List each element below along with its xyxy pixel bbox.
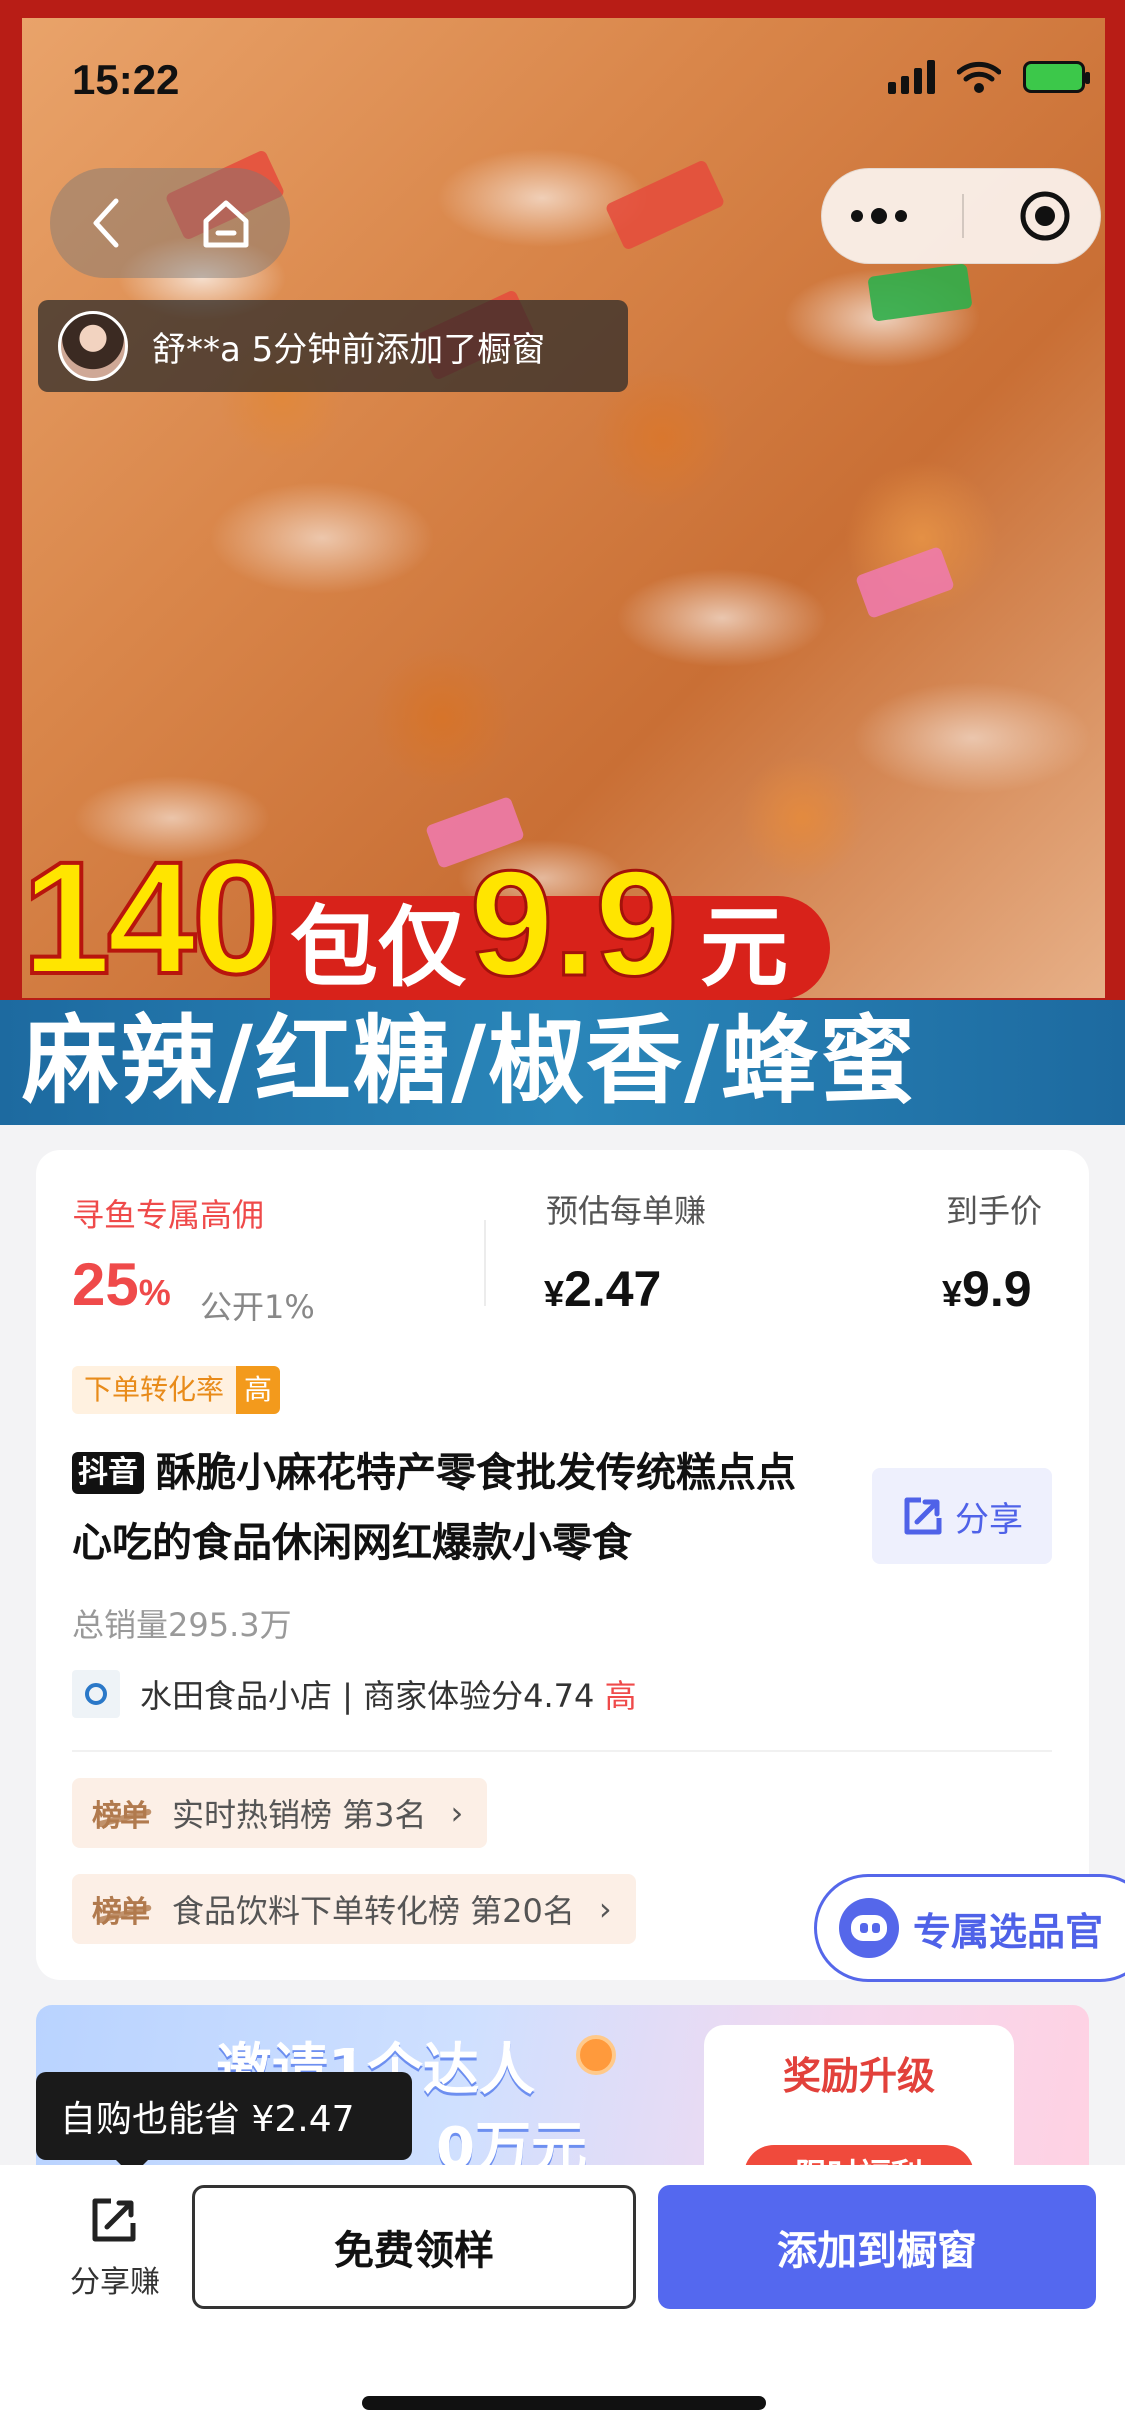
final-price-value: ¥9.9 bbox=[942, 1260, 1032, 1318]
shop-name: 水田食品小店 | 商家体验分4.74 高 bbox=[140, 1671, 637, 1717]
ranking-text: 食品饮料下单转化榜 第20名 bbox=[172, 1892, 575, 1930]
ranking-icon: 榜单 bbox=[92, 1887, 150, 1931]
currency-symbol: ¥ bbox=[942, 1273, 963, 1314]
battery-icon bbox=[1023, 61, 1090, 93]
promo-count: 140 bbox=[20, 828, 283, 1007]
back-icon[interactable] bbox=[86, 195, 126, 251]
commission-rate: 25% bbox=[72, 1250, 171, 1319]
final-price-label: 到手价 bbox=[946, 1192, 1043, 1230]
share-icon bbox=[92, 2198, 136, 2242]
conversion-rate-tag: 下单转化率 高 bbox=[72, 1366, 281, 1414]
ranking-icon: 榜单 bbox=[92, 1791, 150, 1835]
reward-title: 奖励升级 bbox=[782, 2054, 935, 2098]
share-button[interactable]: 分享 bbox=[872, 1468, 1052, 1564]
earn-amount: 2.47 bbox=[564, 1261, 662, 1317]
status-time: 15:22 bbox=[72, 56, 180, 103]
capsule-divider bbox=[961, 194, 964, 238]
chevron-right-icon: › bbox=[450, 1794, 464, 1832]
close-miniprogram-icon[interactable] bbox=[1017, 188, 1073, 244]
share-earn-button[interactable]: 分享赚 bbox=[40, 2193, 190, 2301]
share-label: 分享 bbox=[955, 1499, 1023, 1540]
nav-controls bbox=[50, 168, 290, 278]
toast-text: 舒**a 5分钟前添加了橱窗 bbox=[152, 329, 546, 370]
share-earn-label: 分享赚 bbox=[70, 2265, 160, 2300]
promo-currency: 元 bbox=[700, 896, 789, 999]
promo-price: 9.9 bbox=[469, 839, 681, 1007]
currency-symbol: ¥ bbox=[544, 1273, 565, 1314]
add-to-showcase-button[interactable]: 添加到橱窗 bbox=[658, 2185, 1096, 2309]
shop-info[interactable]: 水田食品小店 | 商家体验分4.74 高 bbox=[72, 1670, 637, 1718]
coin-icon bbox=[576, 2035, 616, 2075]
platform-badge: 抖音 bbox=[72, 1452, 144, 1494]
free-sample-button[interactable]: 免费领样 bbox=[192, 2185, 636, 2309]
product-title-text: 酥脆小麻花特产零食批发传统糕点点心吃的食品休闲网红爆款小零食 bbox=[72, 1450, 796, 1566]
product-title: 抖音 酥脆小麻花特产零食批发传统糕点点心吃的食品休闲网红爆款小零食 bbox=[72, 1438, 812, 1578]
public-rate: 公开1% bbox=[200, 1288, 315, 1326]
chevron-right-icon: › bbox=[598, 1890, 612, 1928]
shop-score-level: 高 bbox=[604, 1677, 637, 1715]
conversion-level: 高 bbox=[236, 1366, 281, 1414]
product-advisor-button[interactable]: 专属选品官 bbox=[814, 1874, 1125, 1982]
signal-icon bbox=[888, 60, 935, 94]
more-icon[interactable] bbox=[849, 206, 909, 226]
flavor-text: 麻辣/红糖/椒香/蜂蜜 bbox=[22, 1005, 918, 1117]
price-amount: 9.9 bbox=[962, 1261, 1032, 1317]
commission-card: 寻鱼专属高佣 25% 公开1% 预估每单赚 ¥2.47 到手价 ¥9.9 下单转… bbox=[36, 1150, 1089, 1980]
capsule-menu bbox=[821, 168, 1101, 264]
shop-name-score: 水田食品小店 | 商家体验分4.74 bbox=[140, 1677, 595, 1715]
avatar bbox=[58, 311, 128, 381]
robot-icon bbox=[839, 1898, 899, 1958]
column-divider bbox=[484, 1220, 486, 1306]
per-order-earn-value: ¥2.47 bbox=[544, 1260, 661, 1318]
promo-unit: 包仅 bbox=[290, 896, 467, 999]
wifi-icon bbox=[957, 61, 1001, 93]
rate-unit: % bbox=[138, 1272, 171, 1313]
ranking-item[interactable]: 榜单 食品饮料下单转化榜 第20名 › bbox=[72, 1874, 636, 1944]
advisor-label: 专属选品官 bbox=[913, 1909, 1104, 1954]
divider bbox=[72, 1750, 1052, 1752]
home-indicator bbox=[362, 2396, 766, 2410]
ranking-text: 实时热销榜 第3名 bbox=[172, 1796, 427, 1834]
per-order-earn-label: 预估每单赚 bbox=[546, 1192, 707, 1230]
total-sales: 总销量295.3万 bbox=[72, 1606, 292, 1644]
status-icons bbox=[888, 60, 1090, 94]
activity-toast: 舒**a 5分钟前添加了橱窗 bbox=[38, 300, 628, 392]
share-icon bbox=[904, 1497, 942, 1535]
ranking-item[interactable]: 榜单 实时热销榜 第3名 › bbox=[72, 1778, 488, 1848]
home-icon[interactable] bbox=[198, 195, 254, 251]
exclusive-commission-label: 寻鱼专属高佣 bbox=[72, 1196, 265, 1234]
shop-logo bbox=[72, 1670, 120, 1718]
conversion-label: 下单转化率 bbox=[72, 1366, 237, 1414]
rate-value: 25 bbox=[72, 1251, 139, 1318]
self-purchase-tooltip: 自购也能省 ¥2.47 bbox=[36, 2072, 412, 2176]
